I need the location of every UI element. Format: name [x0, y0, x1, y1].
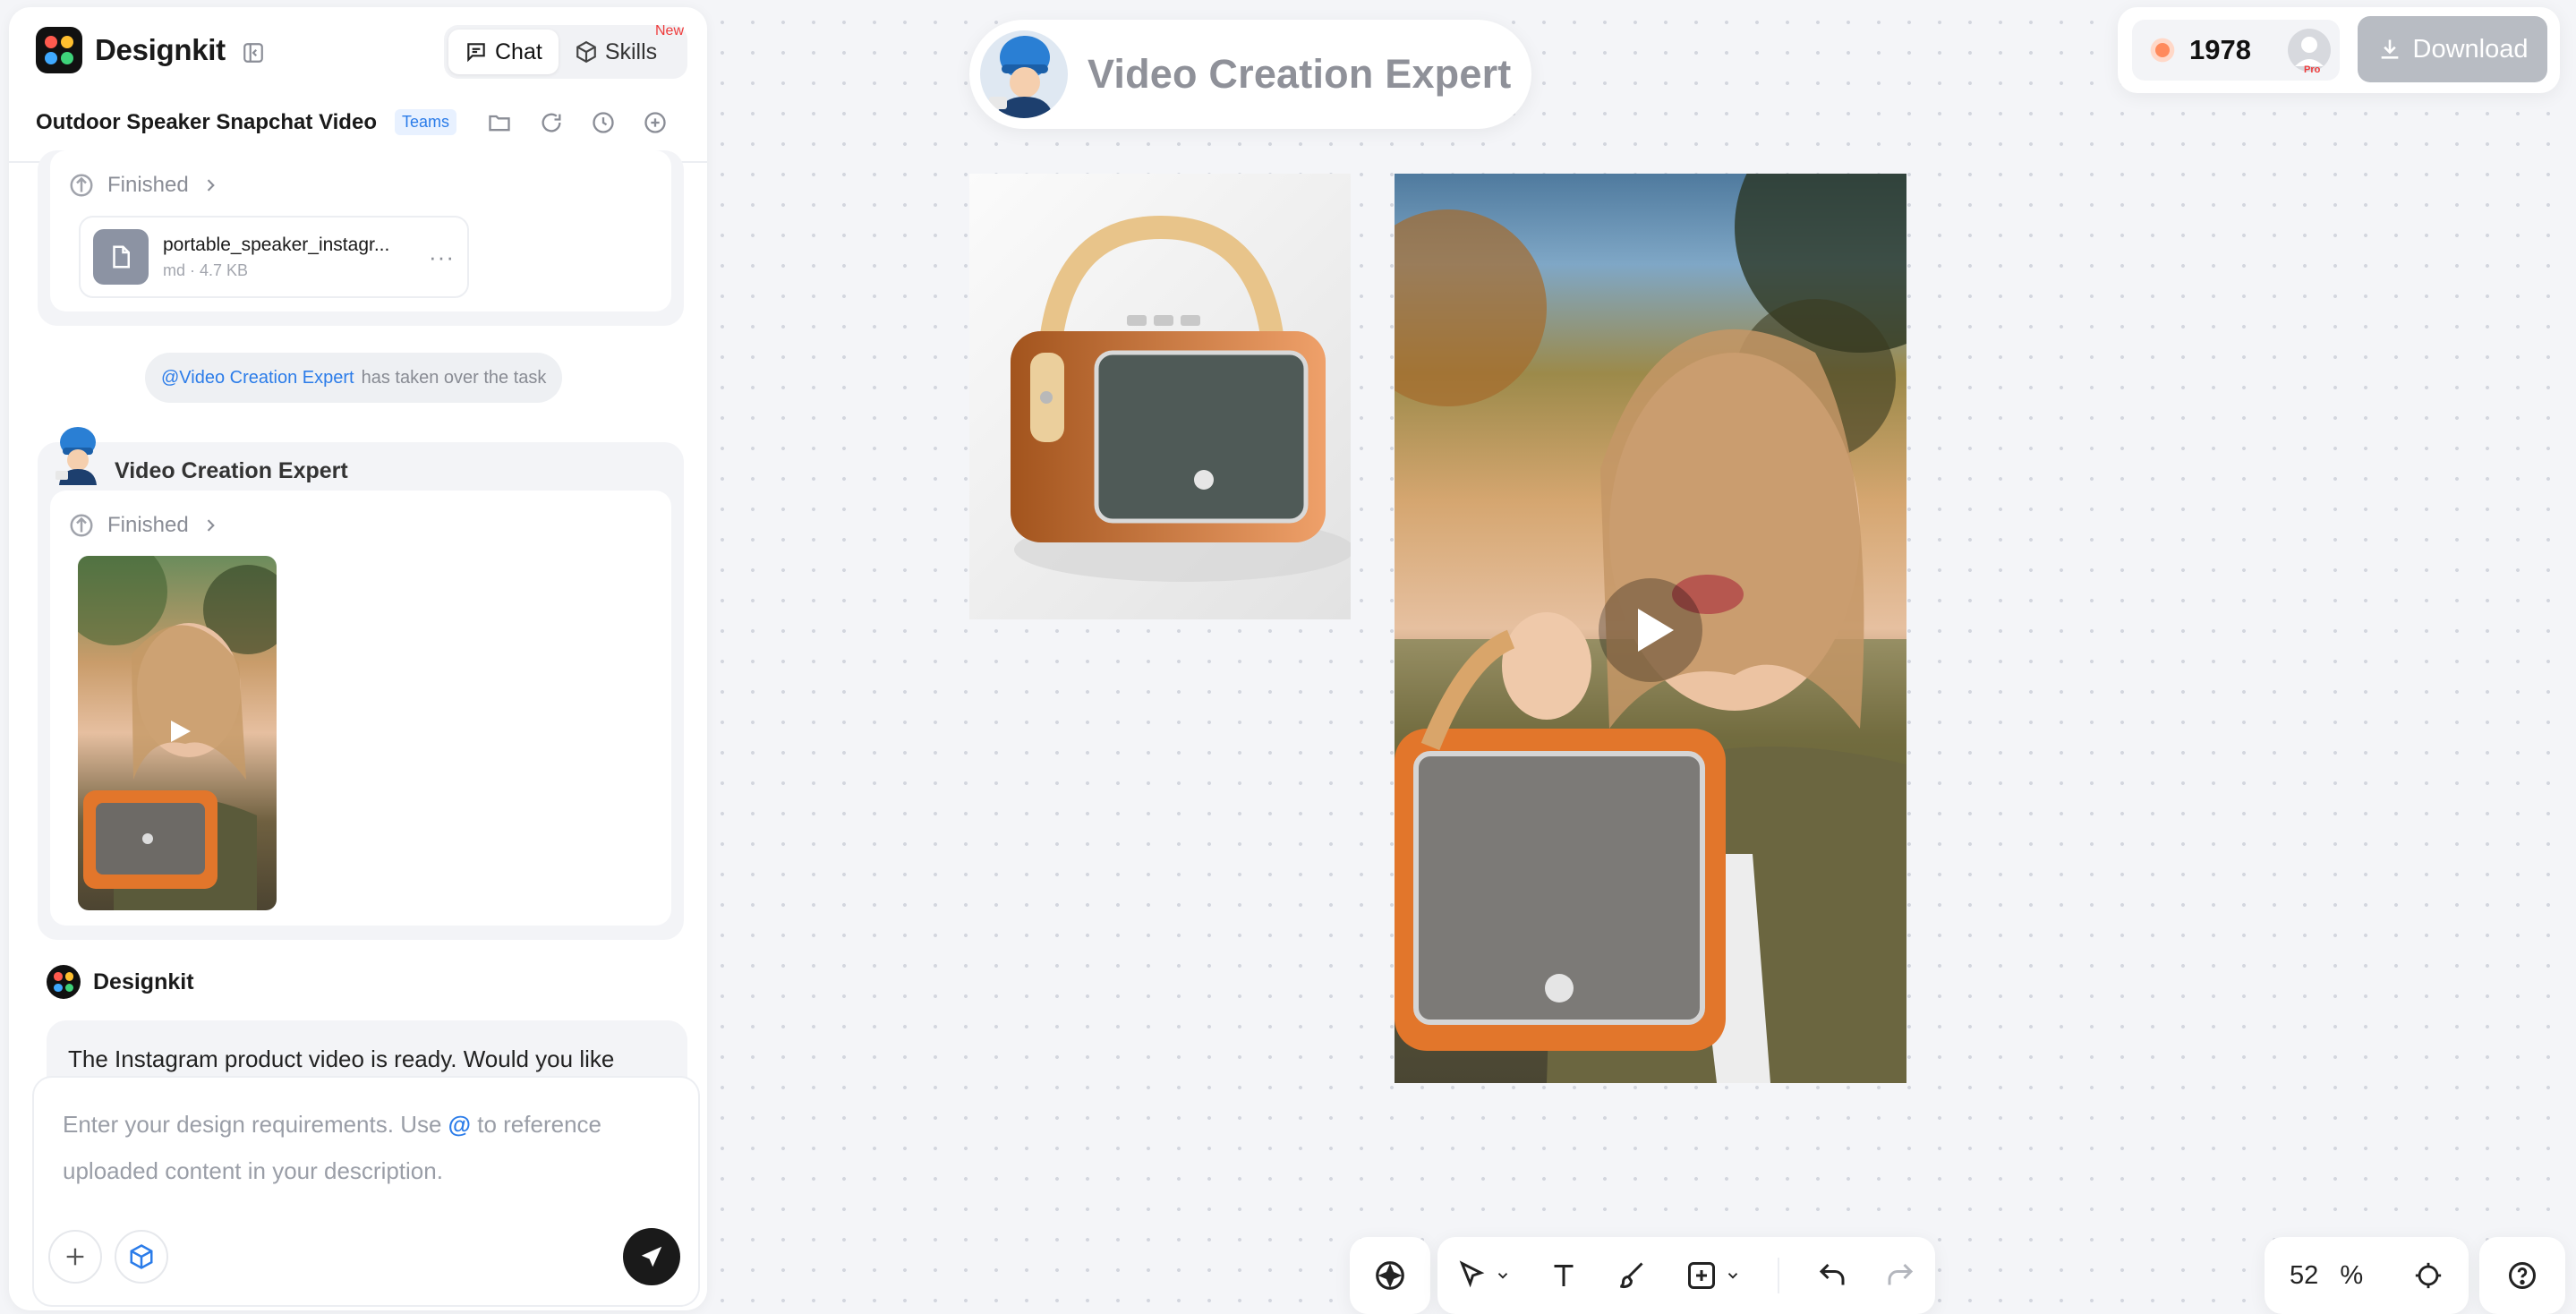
file-attachment[interactable]: portable_speaker_instagr... md · 4.7 KB …	[79, 216, 469, 298]
tab-chat[interactable]: Chat	[448, 30, 559, 74]
send-icon	[641, 1246, 662, 1267]
ai-tool-group	[1350, 1237, 1430, 1314]
cube-icon	[576, 40, 596, 64]
chat-panel: Designkit Chat Skills New Outdoor Speake…	[9, 7, 707, 1310]
project-title[interactable]: Outdoor Speaker Snapchat Video	[36, 110, 377, 135]
previous-step-status-text: Finished	[107, 173, 189, 197]
download-label: Download	[2412, 34, 2529, 64]
ai-assist-icon[interactable]	[1373, 1259, 1407, 1293]
add-shape-icon	[1687, 1262, 1715, 1289]
agent-avatar	[980, 30, 1068, 118]
undo-icon[interactable]	[1816, 1259, 1848, 1292]
cube-icon	[130, 1244, 153, 1269]
download-button[interactable]: Download	[2358, 16, 2547, 82]
chevron-down-icon	[1727, 1273, 1738, 1279]
history-icon[interactable]	[591, 110, 616, 135]
skills-button[interactable]	[115, 1230, 168, 1284]
brand[interactable]: Designkit	[36, 27, 226, 73]
add-attachment-button[interactable]	[48, 1230, 102, 1284]
agent-name: Video Creation Expert	[115, 458, 348, 483]
more-icon[interactable]: ···	[429, 243, 455, 271]
new-chat-icon[interactable]	[643, 110, 668, 135]
previous-step-status[interactable]: Finished	[68, 172, 219, 199]
redo-icon[interactable]	[1884, 1259, 1916, 1292]
credits-count: 1978	[2189, 34, 2251, 65]
composer-input[interactable]: Enter your design requirements. Use @ to…	[63, 1101, 671, 1194]
refresh-icon[interactable]	[539, 110, 564, 135]
chevron-right-icon	[207, 179, 215, 192]
insert-tool[interactable]	[1685, 1259, 1741, 1292]
file-size: md · 4.7 KB	[163, 260, 249, 279]
agent-avatar-small	[52, 426, 104, 485]
help-icon[interactable]	[2506, 1259, 2538, 1292]
agent-step-status-text: Finished	[107, 513, 189, 537]
step-icon	[70, 174, 93, 197]
zoom-controls: 52 %	[2265, 1237, 2469, 1314]
canvas-agent-title: Video Creation Expert	[1088, 51, 1512, 97]
zoom-level[interactable]: 52 %	[2290, 1261, 2363, 1291]
folder-icon[interactable]	[487, 110, 512, 135]
file-name: portable_speaker_instagr...	[163, 234, 390, 255]
credit-coin-icon	[2150, 38, 2175, 63]
pro-badge: Pro	[2304, 64, 2321, 75]
sidebar-collapse-icon[interactable]	[242, 41, 265, 64]
takeover-text: has taken over the task	[361, 367, 547, 388]
chevron-right-icon	[207, 519, 215, 532]
mode-switch: Chat Skills New	[444, 23, 687, 79]
project-header: Outdoor Speaker Snapchat Video Teams	[36, 109, 698, 135]
download-icon	[2381, 39, 2398, 59]
fit-to-screen-icon[interactable]	[2413, 1260, 2444, 1291]
designkit-sender-name: Designkit	[93, 968, 194, 994]
designkit-sender: Designkit	[47, 965, 194, 999]
play-icon[interactable]	[1599, 578, 1702, 682]
teams-badge: Teams	[394, 109, 456, 135]
chat-icon	[467, 43, 485, 63]
assistant-reply-text: The Instagram product video is ready. Wo…	[68, 1045, 615, 1072]
brush-icon[interactable]	[1616, 1259, 1649, 1292]
new-badge: New	[654, 23, 684, 38]
text-tool-icon[interactable]	[1548, 1259, 1580, 1292]
send-button[interactable]	[623, 1228, 680, 1285]
designkit-logo	[36, 27, 82, 73]
canvas-agent-header: Video Creation Expert	[969, 20, 1531, 129]
agent-step-status[interactable]: Finished	[68, 512, 219, 539]
takeover-notice: @Video Creation Expert has taken over th…	[145, 353, 563, 403]
select-tool[interactable]	[1455, 1259, 1511, 1292]
tab-chat-label: Chat	[495, 38, 542, 64]
tab-skills-label: Skills	[604, 38, 658, 64]
play-icon	[171, 721, 191, 742]
brand-name: Designkit	[95, 33, 226, 66]
canvas-toolbar	[1437, 1237, 1935, 1314]
file-icon	[93, 229, 149, 285]
plus-icon	[66, 1248, 84, 1266]
takeover-mention[interactable]: @Video Creation Expert	[161, 368, 354, 388]
designkit-avatar	[47, 965, 81, 999]
chevron-down-icon	[1498, 1273, 1508, 1279]
avatar[interactable]: Pro	[2279, 20, 2340, 81]
video-preview[interactable]	[1395, 174, 1906, 1083]
message-composer[interactable]: Enter your design requirements. Use @ to…	[32, 1076, 700, 1307]
cursor-icon	[1460, 1260, 1485, 1288]
help-group	[2479, 1237, 2565, 1314]
video-thumbnail[interactable]	[78, 556, 277, 910]
account-bar: 1978 Pro Download	[2118, 7, 2560, 93]
speaker-product-image[interactable]	[969, 174, 1351, 619]
step-icon	[70, 514, 93, 537]
toolbar-divider	[1777, 1258, 1779, 1293]
